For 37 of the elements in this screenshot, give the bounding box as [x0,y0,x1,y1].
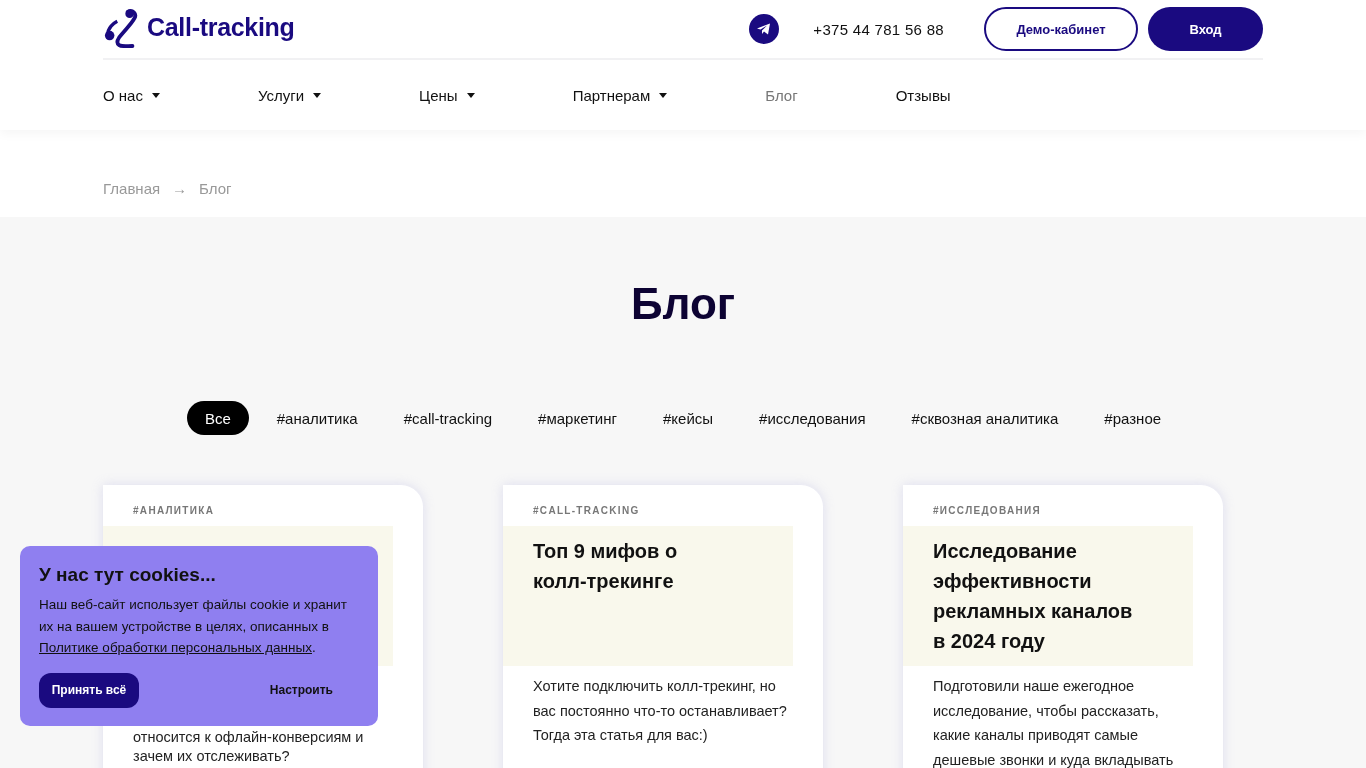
article-card[interactable]: #CALL-TRACKING Топ 9 мифов о колл-трекинге Хотите подключить колл-трекинг, но вас постоянно что-то останавливает? Тогда эта статья для вас:) [503,485,823,768]
card-tag: #ИССЛЕДОВАНИЯ [903,485,1223,526]
caret-icon [659,92,668,98]
nav-item[interactable]: Отзывы [895,86,951,104]
card-excerpt: Хотите подключить колл-трекинг, но вас постоянно что-то останавливает? Тогда эта статья для вас:) [532,677,788,746]
nav-item[interactable]: Услуги [257,86,322,104]
article-card[interactable]: #ИССЛЕДОВАНИЯ Исследование эффективности рекламных каналов в 2024 году Подготовили наше ежегодное исследование, чтобы рассказать, какие каналы приводят самые дешевые звонки и куда вкладывать [903,485,1223,768]
phone-number[interactable]: +375 44 781 56 88 [813,20,944,38]
tag-filter[interactable]: #маркетинг [520,401,635,435]
card-title: Топ 9 мифов о колл-трекинге [533,539,679,594]
tag-filter[interactable]: #разное [1086,401,1180,435]
tag-filter[interactable]: #сквозная аналитика [893,401,1077,435]
nav-item[interactable]: Партнерам [572,86,668,104]
tag-filter[interactable]: #исследования [741,401,884,435]
tag-filter[interactable]: #аналитика [258,401,376,435]
settings-button[interactable]: Настроить [263,682,339,698]
caret-icon [151,92,160,98]
page-title: Блог [629,278,737,330]
breadcrumb-separator: → [172,180,188,197]
caret-icon [466,92,475,98]
accept-button[interactable]: Принять всё [39,672,139,708]
nav-item[interactable]: Блог [765,86,798,104]
nav-item[interactable]: Цены [419,86,475,104]
card-tag: #АНАЛИТИКА [103,485,423,526]
card-title: Исследование эффективности рекламных каналов в 2024 году [933,539,1133,654]
demo-button[interactable]: Демо-кабинет [984,7,1138,51]
card-excerpt: Подготовили наше ежегодное исследование, чтобы рассказать, какие каналы приводят самые дешевые звонки и куда вкладывать [932,677,1175,768]
card-tag: #CALL-TRACKING [503,485,823,526]
login-button[interactable]: Вход [1148,7,1263,51]
tag-filter[interactable]: Все [186,401,249,435]
caret-icon [313,92,322,98]
card-excerpt: относится к офлайн-конверсиям и зачем их отслеживать? [132,728,365,766]
telegram-icon[interactable] [749,14,780,44]
nav-item[interactable]: О нас [103,86,160,104]
tag-filter[interactable]: #call-tracking [385,401,511,435]
tag-filter[interactable]: #кейсы [645,401,732,435]
logo[interactable]: Call-tracking [103,6,295,48]
